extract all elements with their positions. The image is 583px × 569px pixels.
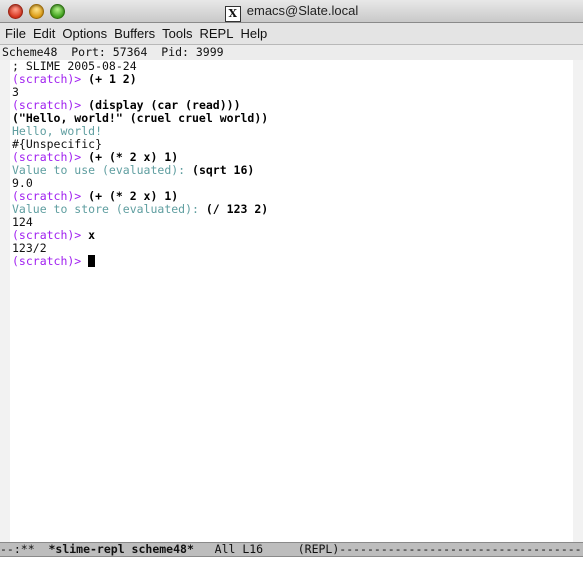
mode-line-major-mode[interactable]: (REPL) (298, 543, 340, 556)
x11-icon: X (224, 6, 241, 22)
repl-result: 9.0 (12, 176, 33, 190)
mode-line-status: --:** (0, 542, 49, 556)
repl-prompt: (scratch)> (12, 254, 89, 268)
repl-output: Value to use (evaluated): (12, 163, 193, 177)
repl-prompt: (scratch)> (12, 228, 89, 242)
repl-prompt: (scratch)> (12, 98, 89, 112)
menu-buffers[interactable]: Buffers (112, 23, 157, 44)
repl-input: x (88, 228, 96, 242)
buffer-line: 123/2 (10, 242, 573, 255)
repl-input: (display (car (read))) (88, 98, 241, 112)
repl-prompt: (scratch)> (12, 150, 89, 164)
buffer-line: (scratch)> x (10, 229, 573, 242)
repl-output: Value to store (evaluated): (12, 202, 206, 216)
title-bar[interactable]: Xemacs@Slate.local (0, 0, 583, 23)
window-title: emacs@Slate.local (246, 3, 359, 18)
menu-help[interactable]: Help (238, 23, 269, 44)
repl-input: (+ (* 2 x) 1) (88, 150, 179, 164)
buffer-line: (scratch)> (+ 1 2) (10, 73, 573, 86)
repl-prompt: (scratch)> (12, 189, 89, 203)
repl-input: ("Hello, world!" (cruel cruel world)) (12, 111, 269, 125)
menu-options[interactable]: Options (60, 23, 109, 44)
repl-prompt: (scratch)> (12, 72, 89, 86)
repl-result: 123/2 (12, 241, 47, 255)
mode-line-fill: ----------------------------------------… (339, 542, 583, 556)
mode-line-buffer-name[interactable]: *slime-repl scheme48* (48, 543, 193, 556)
emacs-window: Xemacs@Slate.local File Edit Options Buffer… (0, 0, 583, 569)
menu-bar: File Edit Options Buffers Tools REPL Help (0, 23, 583, 45)
repl-result: 124 (12, 215, 33, 229)
left-fringe (0, 60, 10, 542)
text-cursor (88, 255, 96, 267)
buffer-line: Value to use (evaluated): (sqrt 16) (10, 164, 573, 177)
mode-line-position: All L16 (193, 542, 298, 556)
repl-input: (sqrt 16) (192, 163, 255, 177)
repl-input: (+ 1 2) (88, 72, 137, 86)
repl-input: (+ (* 2 x) 1) (88, 189, 179, 203)
menu-edit[interactable]: Edit (31, 23, 57, 44)
repl-result: 3 (12, 85, 19, 99)
menu-tools[interactable]: Tools (160, 23, 194, 44)
minibuffer[interactable] (0, 557, 583, 569)
menu-repl[interactable]: REPL (197, 23, 235, 44)
repl-input: (/ 123 2) (205, 202, 269, 216)
window-title-area: Xemacs@Slate.local (0, 3, 583, 22)
repl-output: Hello, world! (12, 124, 103, 138)
buffer-line: (scratch)> (10, 255, 573, 268)
repl-result: #{Unspecific} (12, 137, 103, 151)
repl-buffer[interactable]: ; SLIME 2005-08-24 (scratch)> (+ 1 2) 3 (sc… (10, 60, 573, 542)
buffer-line: Value to store (evaluated): (/ 123 2) (10, 203, 573, 216)
mode-line: --:** *slime-repl scheme48* All L16 (REP… (0, 542, 583, 557)
header-line: Scheme48 Port: 57364 Pid: 3999 (0, 45, 583, 61)
right-fringe (573, 60, 583, 542)
menu-file[interactable]: File (3, 23, 28, 44)
